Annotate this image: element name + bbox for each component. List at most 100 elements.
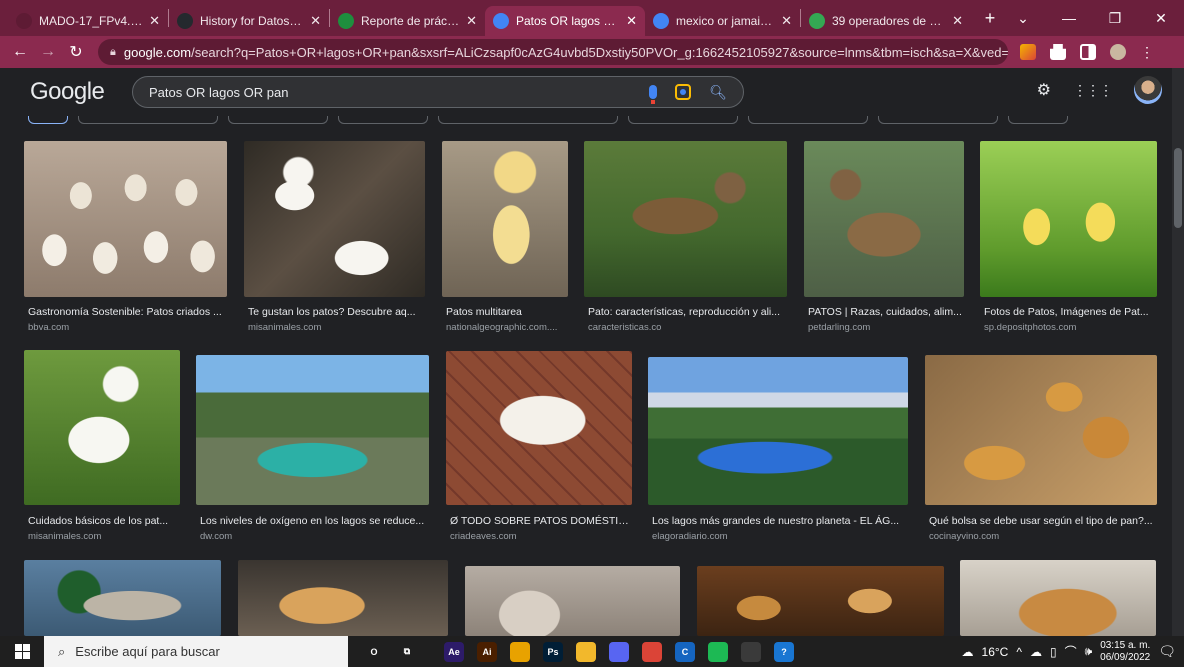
tab-close-icon[interactable]: ✕ [952,13,963,29]
spotify-icon[interactable] [708,641,728,662]
result-title[interactable]: Te gustan los patos? Descubre aq... [248,306,429,318]
result-thumbnail[interactable] [925,355,1157,505]
restore-button[interactable]: ❐ [1092,10,1138,27]
tab-close-icon[interactable]: ✕ [310,13,321,29]
result-source[interactable]: misanimales.com [28,531,101,542]
result-source[interactable]: elagoradiario.com [652,531,728,542]
result-thumbnail[interactable] [697,566,944,636]
help-icon[interactable]: ? [774,641,794,662]
result-thumbnail[interactable] [465,566,680,636]
browser-tab[interactable]: History for DatosAdria ✕ [169,6,329,36]
result-title[interactable]: Cuidados básicos de los pat... [28,515,198,527]
browser-tab[interactable]: 39 operadores de bús ✕ [801,6,971,36]
search-icon[interactable]: 🔍︎ [709,84,727,101]
browser-tab[interactable]: Patos OR lagos OR pa ✕ [485,6,645,36]
onedrive-icon[interactable]: ☁ [1030,645,1042,659]
browser-tab[interactable]: Reporte de práctica 0 ✕ [330,6,485,36]
google-logo[interactable]: Google [30,78,105,106]
filter-chip[interactable] [628,116,738,124]
result-title[interactable]: Pato: características, reproducción y al… [588,306,791,318]
browser-tab[interactable]: MADO-17_FPv4.pdf ✕ [8,6,168,36]
result-source[interactable]: criadeaves.com [450,531,517,542]
tab-close-icon[interactable]: ✕ [626,13,637,29]
file-explorer-icon[interactable] [576,641,596,662]
result-title[interactable]: Qué bolsa se debe usar según el tipo de … [929,515,1161,527]
minimize-button[interactable]: — [1046,10,1092,26]
vscode-icon[interactable] [741,641,761,662]
account-avatar[interactable] [1134,76,1162,104]
profile-icon[interactable] [1110,44,1126,60]
search-input[interactable]: Patos OR lagos OR pan 🔍︎ [132,76,744,108]
result-thumbnail[interactable] [238,560,448,636]
discord-icon[interactable] [609,641,629,662]
microphone-icon[interactable] [649,85,658,104]
filter-chip[interactable] [1008,116,1068,124]
result-thumbnail[interactable] [648,357,908,505]
result-thumbnail[interactable] [244,141,425,297]
tab-close-icon[interactable]: ✕ [466,13,477,29]
filter-chip[interactable] [228,116,328,124]
result-source[interactable]: cocinayvino.com [929,531,999,542]
windows-start-icon[interactable] [0,644,44,659]
page-scrollbar[interactable] [1172,68,1184,636]
result-thumbnail[interactable] [446,351,632,505]
result-source[interactable]: dw.com [200,531,232,542]
close-window-button[interactable]: ✕ [1138,10,1184,27]
result-title[interactable]: PATOS | Razas, cuidados, alim... [808,306,978,318]
browser-menu-icon[interactable]: ⋮ [1140,44,1154,61]
result-thumbnail[interactable] [196,355,429,505]
tab-close-icon[interactable]: ✕ [781,13,792,29]
weather-cloud-icon[interactable]: ☁ [962,645,974,659]
apps-grid-icon[interactable]: ⋮⋮⋮ [1073,82,1113,99]
weather-temp[interactable]: 16°C [982,645,1009,659]
result-title[interactable]: Los niveles de oxígeno en los lagos se r… [200,515,433,527]
copilot-icon[interactable]: C [675,641,695,662]
tab-close-icon[interactable]: ✕ [149,13,160,29]
result-thumbnail[interactable] [24,141,227,297]
taskbar-search-input[interactable]: ⌕ Escribe aquí para buscar [44,636,348,667]
extensions-puzzle-icon[interactable] [1050,44,1066,60]
filter-chip[interactable] [78,116,218,124]
result-source[interactable]: caracteristicas.co [588,322,661,333]
cortana-icon[interactable]: O [364,642,384,662]
battery-icon[interactable]: ▯ [1050,645,1057,659]
result-title[interactable]: Gastronomía Sostenible: Patos criados ..… [28,306,231,318]
google-lens-icon[interactable] [675,84,692,100]
reload-icon[interactable]: ↻ [64,42,88,62]
filter-chip[interactable] [438,116,618,124]
settings-gear-icon[interactable]: ⚙ [1037,80,1051,100]
result-title[interactable]: Ø TODO SOBRE PATOS DOMÉSTIC... [450,515,636,527]
result-source[interactable]: misanimales.com [248,322,321,333]
result-thumbnail[interactable] [804,141,964,297]
browser-tab[interactable]: mexico or jamaica - B ✕ [645,6,800,36]
network-icon[interactable]: ⌒ [1065,643,1077,660]
result-thumbnail[interactable] [584,141,787,297]
result-thumbnail[interactable] [442,141,568,297]
filter-chip[interactable] [338,116,428,124]
result-thumbnail[interactable] [24,560,221,636]
extension-w-icon[interactable] [1020,44,1036,60]
filter-chip[interactable] [28,116,68,124]
result-title[interactable]: Fotos de Patos, Imágenes de Pat... [984,306,1161,318]
photoshop-icon[interactable]: Ps [543,641,563,662]
task-view-icon[interactable]: ⧉ [397,642,417,662]
result-thumbnail[interactable] [980,141,1157,297]
result-source[interactable]: nationalgeographic.com.... [446,322,557,333]
tray-chevron-icon[interactable]: ^ [1016,645,1022,659]
illustrator-icon[interactable]: Ai [477,641,497,662]
chrome-icon[interactable] [642,641,662,662]
result-source[interactable]: sp.depositphotos.com [984,322,1076,333]
chrome-canary-icon[interactable] [510,641,530,662]
tab-search-icon[interactable]: ⌄ [1000,10,1046,27]
result-source[interactable]: bbva.com [28,322,69,333]
side-panel-icon[interactable] [1080,44,1096,60]
address-bar[interactable]: 🔒︎ google.com/search?q=Patos+OR+lagos+OR… [98,39,1008,65]
filter-chip[interactable] [878,116,998,124]
filter-chip[interactable] [748,116,868,124]
lock-icon[interactable]: 🔒︎ [110,46,116,59]
result-thumbnail[interactable] [24,350,180,505]
volume-icon[interactable]: 🕪︎ [1085,644,1093,659]
result-title[interactable]: Los lagos más grandes de nuestro planeta… [652,515,912,527]
after-effects-icon[interactable]: Ae [444,641,464,662]
taskbar-clock[interactable]: 03:15 a. m. 06/09/2022 [1100,640,1150,664]
